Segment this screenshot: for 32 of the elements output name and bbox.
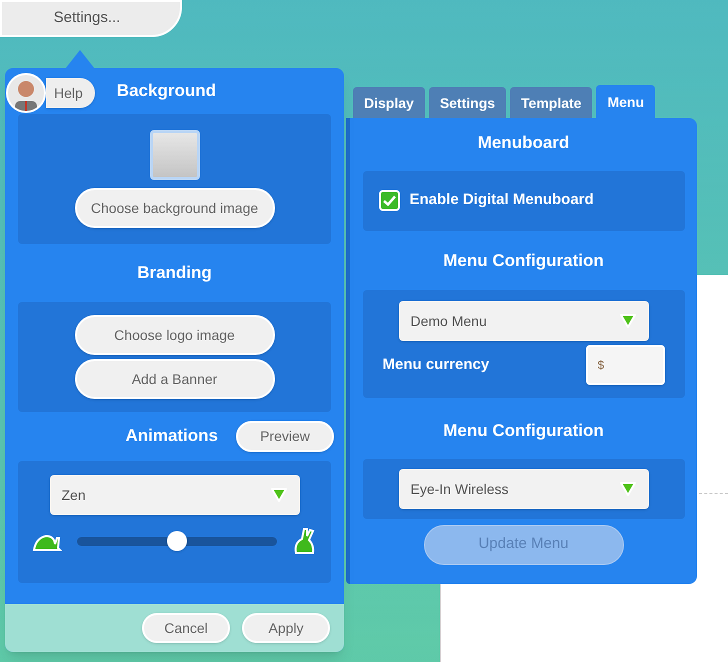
avatar-icon	[6, 72, 46, 112]
image-thumbnail[interactable]	[150, 130, 200, 180]
dropdown[interactable]: Zen	[50, 474, 300, 514]
section-title: Menu Configuration	[443, 420, 604, 442]
settings-button[interactable]: Settings...	[0, 0, 182, 37]
section-title: Branding	[137, 262, 212, 284]
branding-button[interactable]: Choose logo image	[74, 314, 274, 354]
tab[interactable]: Settings	[428, 87, 506, 118]
currency-label: Menu currency	[382, 354, 490, 375]
footer-button[interactable]: Cancel	[142, 612, 230, 642]
branding-button[interactable]: Add a Banner	[74, 358, 274, 398]
help-button[interactable]: Help	[46, 78, 95, 108]
currency-field[interactable]: $	[586, 345, 664, 385]
checkbox[interactable]	[378, 190, 400, 211]
dropdown-caret-icon	[618, 313, 636, 329]
dropdown-caret-icon	[270, 486, 288, 502]
slider-thumb[interactable]	[166, 530, 186, 550]
dropdown-caret-icon	[618, 480, 636, 496]
checkbox-label: Enable Digital Menuboard	[410, 190, 594, 210]
choose-image-button[interactable]: Choose background image	[74, 188, 274, 228]
tab[interactable]: Template	[510, 87, 592, 118]
dropdown[interactable]: Demo Menu	[398, 301, 648, 341]
section-title: Menu Configuration	[443, 250, 604, 272]
section-title: Menuboard	[478, 132, 570, 154]
dropdown[interactable]: Eye-In Wireless	[398, 468, 648, 508]
check-icon	[382, 195, 396, 206]
footer-button[interactable]: Apply	[242, 612, 330, 642]
tab[interactable]: Menu	[596, 85, 656, 118]
tab[interactable]: Display	[353, 87, 425, 118]
preview-button[interactable]: Preview	[236, 420, 334, 452]
section-title: Background	[116, 80, 216, 102]
section-title: Animations	[125, 425, 218, 448]
